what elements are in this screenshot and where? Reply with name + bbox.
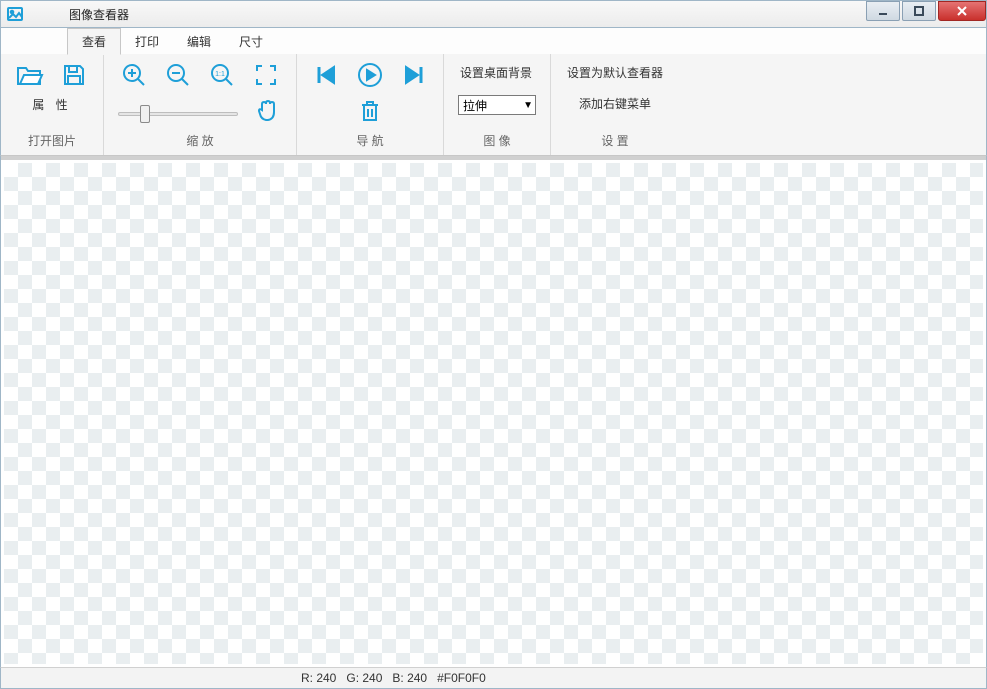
caret-down-icon: ▼: [523, 100, 533, 111]
next-button[interactable]: [399, 60, 429, 90]
status-b: B: 240: [392, 671, 427, 685]
ribbon: 属 性 打开图片 1:1: [0, 54, 987, 156]
svg-text:1:1: 1:1: [215, 71, 225, 78]
group-nav: 导 航: [297, 54, 444, 155]
image-canvas[interactable]: [4, 163, 983, 664]
zoom-in-button[interactable]: [119, 60, 149, 90]
add-context-menu-button[interactable]: 添加右键菜单: [577, 91, 653, 116]
tab-print[interactable]: 打印: [121, 29, 173, 54]
group-nav-label: 导 航: [356, 130, 383, 153]
status-g: G: 240: [346, 671, 382, 685]
group-image: 设置桌面背景 拉伸 ▼ 图 像: [444, 54, 551, 155]
properties-button[interactable]: 属 性: [32, 96, 71, 113]
maximize-button[interactable]: [902, 1, 936, 21]
window-controls: [866, 1, 986, 21]
group-settings: 设置为默认查看器 添加右键菜单 设 置: [551, 54, 679, 155]
stretch-mode-select[interactable]: 拉伸 ▼: [458, 95, 536, 115]
open-button[interactable]: [15, 60, 45, 90]
tab-view[interactable]: 查看: [67, 28, 121, 55]
stretch-mode-value: 拉伸: [463, 97, 487, 114]
canvas-container: [0, 160, 987, 667]
status-bar: R: 240 G: 240 B: 240 #F0F0F0: [0, 667, 987, 689]
set-default-viewer-button[interactable]: 设置为默认查看器: [565, 60, 665, 85]
title-bar: 图像查看器: [0, 0, 987, 28]
tab-edit[interactable]: 编辑: [173, 29, 225, 54]
prev-button[interactable]: [311, 60, 341, 90]
delete-button[interactable]: [355, 96, 385, 126]
tab-size[interactable]: 尺寸: [225, 29, 277, 54]
group-image-label: 图 像: [483, 130, 510, 153]
window-title: 图像查看器: [69, 6, 129, 23]
play-button[interactable]: [355, 60, 385, 90]
minimize-button[interactable]: [866, 1, 900, 21]
group-open-label: 打开图片: [28, 130, 76, 153]
zoom-slider[interactable]: [118, 105, 238, 123]
save-button[interactable]: [59, 60, 89, 90]
group-zoom: 1:1 缩 放: [104, 54, 297, 155]
ribbon-tabs: 查看 打印 编辑 尺寸: [0, 28, 987, 54]
group-settings-label: 设 置: [601, 130, 628, 153]
set-wallpaper-button[interactable]: 设置桌面背景: [458, 60, 534, 85]
fullscreen-button[interactable]: [251, 60, 281, 90]
pan-button[interactable]: [252, 96, 282, 126]
app-icon: [7, 6, 23, 22]
zoom-out-button[interactable]: [163, 60, 193, 90]
close-button[interactable]: [938, 1, 986, 21]
status-r: R: 240: [301, 671, 336, 685]
zoom-actual-button[interactable]: 1:1: [207, 60, 237, 90]
group-zoom-label: 缩 放: [186, 130, 213, 153]
group-open: 属 性 打开图片: [1, 54, 104, 155]
status-hex: #F0F0F0: [437, 671, 486, 685]
